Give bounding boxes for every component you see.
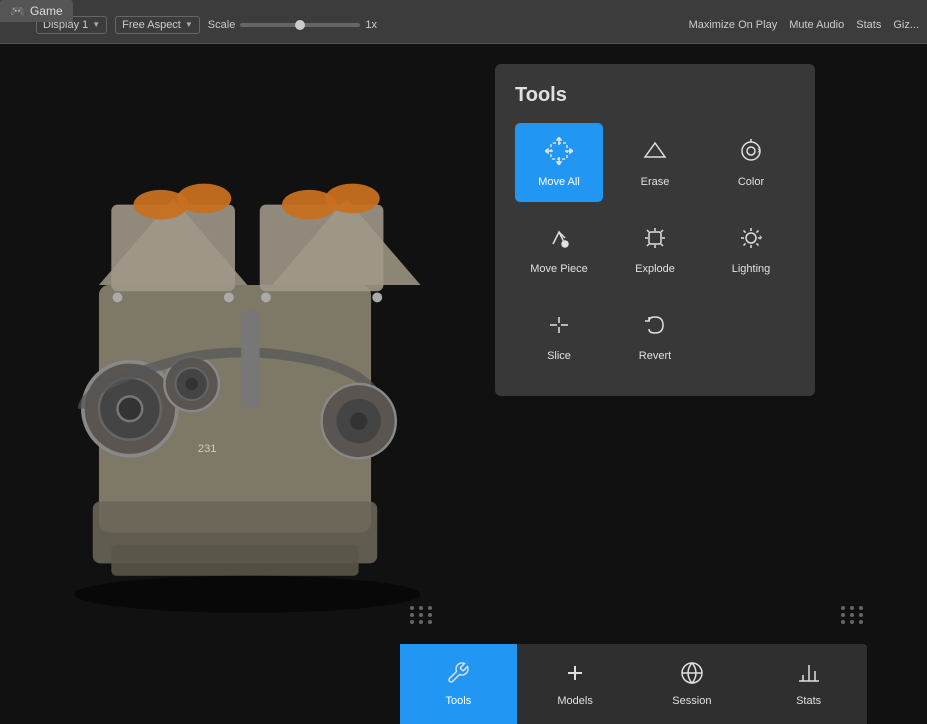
tool-revert[interactable]: Revert — [611, 297, 699, 376]
tool-slice[interactable]: Slice — [515, 297, 603, 376]
drag-dot — [410, 606, 414, 610]
drag-dot — [410, 620, 414, 624]
drag-dot — [419, 606, 423, 610]
nav-models[interactable]: Models — [517, 644, 634, 724]
drag-dot — [841, 620, 845, 624]
tools-panel: Tools Move All Erase › Color Move Piece — [495, 64, 815, 396]
drag-dot — [419, 613, 423, 617]
aspect-select[interactable]: Free Aspect ▼ — [115, 16, 200, 34]
nav-session[interactable]: Session — [634, 644, 751, 724]
drag-handle-right[interactable] — [841, 606, 865, 624]
engine-image: 231 — [0, 44, 470, 724]
engine-area: 231 — [0, 44, 470, 724]
color-icon: › — [737, 137, 765, 170]
lighting-label: Lighting — [732, 263, 771, 275]
svg-text:231: 231 — [198, 443, 217, 455]
explode-icon — [641, 224, 669, 257]
scale-value: 1x — [365, 19, 377, 31]
tool-color[interactable]: › Color — [707, 123, 795, 202]
nav-stats[interactable]: Stats — [750, 644, 867, 724]
slice-label: Slice — [547, 350, 571, 362]
scale-container: Scale 1x — [208, 19, 377, 31]
drag-dot — [410, 613, 414, 617]
drag-dot — [428, 620, 432, 624]
display-arrow-icon: ▼ — [92, 20, 100, 29]
bottom-nav: Tools Models Session Stats — [400, 644, 867, 724]
move-piece-label: Move Piece — [530, 263, 587, 275]
drag-dot — [428, 606, 432, 610]
session-nav-icon — [680, 661, 704, 691]
move-all-label: Move All — [538, 176, 580, 188]
explode-label: Explode — [635, 263, 675, 275]
maximize-button[interactable]: Maximize On Play — [689, 19, 778, 31]
stats-nav-label: Stats — [796, 695, 821, 707]
scale-dot — [295, 20, 305, 30]
session-nav-label: Session — [672, 695, 711, 707]
game-tab-label: Game — [30, 4, 63, 18]
drag-dot — [841, 606, 845, 610]
tool-move-all[interactable]: Move All — [515, 123, 603, 202]
erase-label: Erase — [641, 176, 670, 188]
drag-handle-left[interactable] — [410, 606, 434, 624]
aspect-label: Free Aspect — [122, 19, 181, 31]
aspect-arrow-icon: ▼ — [185, 20, 193, 29]
lighting-icon: › — [737, 224, 765, 257]
drag-dot — [850, 606, 854, 610]
tools-title: Tools — [515, 84, 795, 107]
drag-dot — [841, 613, 845, 617]
tool-erase[interactable]: Erase — [611, 123, 699, 202]
move-all-icon — [545, 137, 573, 170]
revert-label: Revert — [639, 350, 671, 362]
drag-dot — [850, 620, 854, 624]
stats-button[interactable]: Stats — [856, 19, 881, 31]
toolbar: 🎮 Game Display 1 ▼ Free Aspect ▼ Scale 1… — [0, 0, 927, 44]
svg-text:›: › — [757, 145, 760, 156]
nav-tools[interactable]: Tools — [400, 644, 517, 724]
slice-icon — [545, 311, 573, 344]
models-nav-label: Models — [557, 695, 592, 707]
models-nav-icon — [563, 661, 587, 691]
scale-slider[interactable] — [240, 23, 360, 27]
tools-grid: Move All Erase › Color Move Piece Explod… — [515, 123, 795, 376]
drag-dot — [859, 620, 863, 624]
color-label: Color — [738, 176, 764, 188]
tools-nav-icon — [446, 661, 470, 691]
tool-lighting[interactable]: › Lighting — [707, 210, 795, 289]
game-tab-icon: 🎮 — [10, 4, 25, 18]
drag-dot — [859, 606, 863, 610]
gizmos-button[interactable]: Giz... — [893, 19, 919, 31]
toolbar-right: Maximize On Play Mute Audio Stats Giz... — [689, 19, 919, 31]
move-piece-icon — [545, 224, 573, 257]
drag-dot — [850, 613, 854, 617]
revert-icon — [641, 311, 669, 344]
viewport: 231 Tools Move All Erase › Color Move Pi… — [0, 44, 927, 724]
scale-label: Scale — [208, 19, 236, 31]
tools-nav-label: Tools — [446, 695, 472, 707]
stats-nav-icon — [797, 661, 821, 691]
drag-dot — [419, 620, 423, 624]
drag-dot — [428, 613, 432, 617]
mute-button[interactable]: Mute Audio — [789, 19, 844, 31]
game-tab[interactable]: 🎮 Game — [0, 0, 73, 22]
erase-icon — [641, 137, 669, 170]
tool-move-piece[interactable]: Move Piece — [515, 210, 603, 289]
tool-explode[interactable]: Explode — [611, 210, 699, 289]
drag-dot — [859, 613, 863, 617]
svg-text:›: › — [759, 232, 762, 243]
